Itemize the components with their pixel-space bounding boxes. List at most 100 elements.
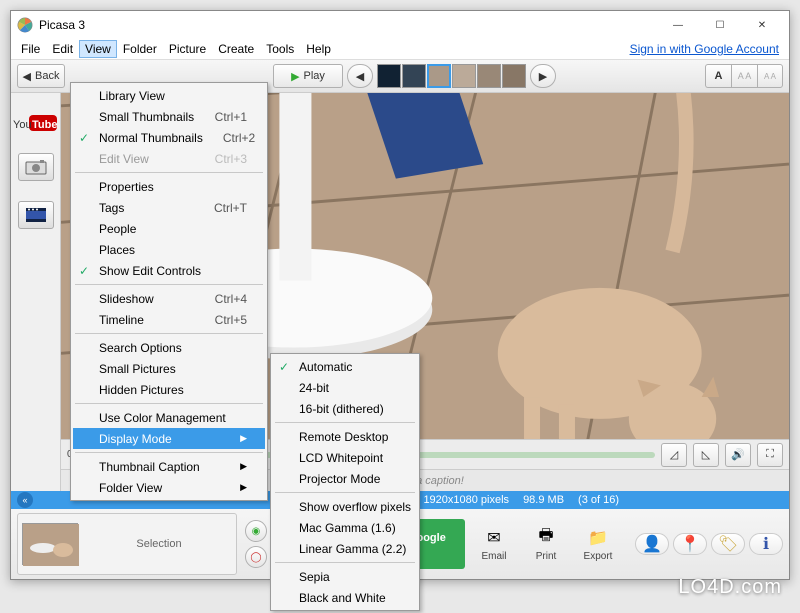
pin-icon: 📍 [680,534,700,554]
menu-item[interactable]: Hidden Pictures [73,379,265,400]
thumb[interactable] [377,64,401,88]
menu-item[interactable]: Sepia [273,566,417,587]
menu-help[interactable]: Help [300,40,337,58]
people-badge[interactable]: 👤 [635,533,669,555]
export-label: Export [584,551,613,562]
minimize-button[interactable]: — [657,14,699,36]
menu-item[interactable]: Folder View▶ [73,477,265,498]
menu-item-label: Hidden Pictures [99,383,184,397]
text-size-large[interactable]: A [705,64,731,88]
pin-icon: ◉ [252,526,261,537]
text-size-med[interactable]: A A [731,64,757,88]
email-action[interactable]: ✉ Email [473,527,515,562]
menu-item[interactable]: ✓Automatic [273,356,417,377]
thumb-selected[interactable] [427,64,451,88]
menu-item[interactable]: Library View [73,85,265,106]
frame-next-button[interactable]: ◺ [693,443,719,467]
menu-item[interactable]: Use Color Management [73,407,265,428]
menu-item-label: Folder View [99,481,162,495]
menu-item[interactable]: Small Pictures [73,358,265,379]
thumb[interactable] [402,64,426,88]
status-filesize: 98.9 MB [523,494,564,506]
mail-icon: ✉ [487,528,500,548]
text-size-small[interactable]: A A [757,64,783,88]
menu-edit[interactable]: Edit [46,40,79,58]
volume-button[interactable]: 🔊 [725,443,751,467]
clear-button[interactable]: ◯ [245,546,267,568]
speaker-icon: 🔊 [731,448,745,461]
menu-tools[interactable]: Tools [260,40,300,58]
menu-item[interactable]: Display Mode▶ [73,428,265,449]
menu-item[interactable]: ✓Show Edit Controls [73,260,265,281]
menu-item[interactable]: SlideshowCtrl+4 [73,288,265,309]
movie-icon[interactable] [18,201,54,229]
menu-create[interactable]: Create [212,40,260,58]
menu-item[interactable]: LCD Whitepoint [273,447,417,468]
menu-item: Edit ViewCtrl+3 [73,148,265,169]
collapse-button[interactable]: « [17,492,33,508]
menu-item[interactable]: Properties [73,176,265,197]
menu-item[interactable]: Places [73,239,265,260]
menu-item[interactable]: Black and White [273,587,417,608]
menu-item-label: Remote Desktop [299,430,388,444]
info-badge[interactable]: ℹ [749,533,783,555]
menu-item[interactable]: 24-bit [273,377,417,398]
display-mode-submenu: ✓Automatic24-bit 16-bit (dithered) Remote … [270,353,420,611]
play-label: Play [304,70,325,82]
menu-item-label: Use Color Management [99,411,226,425]
play-icon: ▶ [291,70,299,83]
shortcut-label: Ctrl+3 [195,152,247,166]
menu-item[interactable]: Small ThumbnailsCtrl+1 [73,106,265,127]
camera-icon[interactable] [18,153,54,181]
menu-item[interactable]: Projector Mode [273,468,417,489]
signin-link[interactable]: Sign in with Google Account [630,42,785,56]
print-action[interactable]: 🖶 Print [525,527,567,562]
selection-well: Selection [17,513,237,575]
menu-item[interactable]: Show overflow pixels [273,496,417,517]
status-index: (3 of 16) [578,494,619,506]
next-button[interactable]: ▶ [530,64,556,88]
menu-item-label: 16-bit (dithered) [299,402,384,416]
fullscreen-button[interactable]: ⛶ [757,443,783,467]
menu-view[interactable]: View [79,40,117,58]
check-icon: ✓ [79,264,89,278]
menu-item[interactable]: People [73,218,265,239]
hold-button[interactable]: ◉ [245,520,267,542]
export-icon: 📁 [588,528,608,548]
thumb[interactable] [452,64,476,88]
back-button[interactable]: ◀ Back [17,64,65,88]
menu-item-label: Display Mode [99,432,172,446]
menu-item[interactable]: TimelineCtrl+5 [73,309,265,330]
menu-item[interactable]: Linear Gamma (2.2) [273,538,417,559]
menu-item[interactable]: Mac Gamma (1.6) [273,517,417,538]
menu-item[interactable]: ✓Normal ThumbnailsCtrl+2 [73,127,265,148]
menu-item[interactable]: Thumbnail Caption▶ [73,456,265,477]
thumb[interactable] [477,64,501,88]
menubar: File Edit View Folder Picture Create Too… [11,39,789,59]
tags-badge[interactable]: 🏷 [711,533,745,555]
thumb[interactable] [502,64,526,88]
close-button[interactable]: ✕ [741,14,783,36]
play-button[interactable]: ▶ Play [273,64,343,88]
youtube-icon[interactable]: YouTube [13,113,58,133]
watermark: LO4D.com [678,576,782,599]
info-icon: ℹ [763,534,769,554]
places-badge[interactable]: 📍 [673,533,707,555]
selection-thumb[interactable] [22,523,78,565]
export-action[interactable]: 📁 Export [577,527,619,562]
thumbnail-strip [377,64,526,88]
menu-file[interactable]: File [15,40,46,58]
prev-button[interactable]: ◀ [347,64,373,88]
menu-item[interactable]: Search Options [73,337,265,358]
menu-item[interactable]: TagsCtrl+T [73,197,265,218]
menu-item-label: Automatic [299,360,352,374]
clear-icon: ◯ [250,552,261,563]
menu-folder[interactable]: Folder [117,40,163,58]
menu-item[interactable]: Remote Desktop [273,426,417,447]
menu-item[interactable]: 16-bit (dithered) [273,398,417,419]
menu-item-label: Library View [99,89,165,103]
menu-picture[interactable]: Picture [163,40,212,58]
maximize-button[interactable]: ☐ [699,14,741,36]
frame-prev-button[interactable]: ◿ [661,443,687,467]
menu-item-label: Mac Gamma (1.6) [299,521,396,535]
